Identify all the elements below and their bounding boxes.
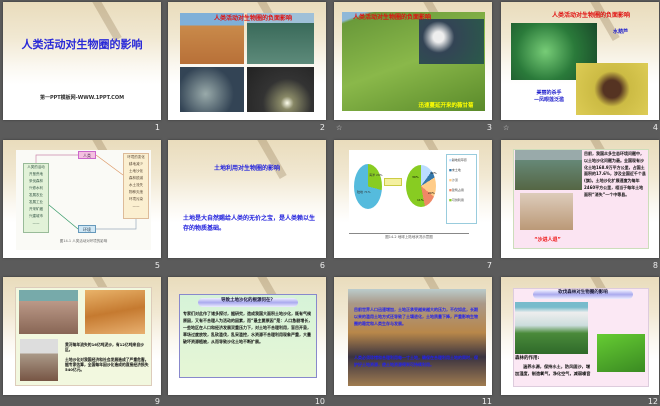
pie-right-label: 10% bbox=[430, 171, 437, 175]
sand-village-photo bbox=[520, 193, 573, 230]
slide-number: 6 bbox=[319, 261, 325, 270]
factory-smoke-photo bbox=[247, 67, 314, 112]
slide-body: 专家们对此作了诸多探讨，据研究，造成我国大面积土地沙化，既有气候原因，又有不合理… bbox=[183, 311, 313, 344]
slide-number: 4 bbox=[652, 123, 658, 132]
chart-legend: ■耕地和草原 ■未土地 ■沙漠 ■建筑占用 ■可供利用 bbox=[446, 154, 477, 224]
slide-title: 人类活动对生物圈的负面影响 bbox=[213, 15, 292, 22]
arrow-icon bbox=[384, 178, 402, 186]
slide-body: 涵养水源，保持水土，防风固沙，增加湿度，制造氧气，净化空气，减弱噪音 bbox=[515, 364, 591, 377]
heading: 森林的作用: bbox=[515, 356, 540, 361]
slide-number: 2 bbox=[319, 123, 325, 132]
slide-number: 5 bbox=[154, 261, 160, 270]
figure-caption: 图14-2 地球上陆地状况示意图 bbox=[349, 233, 469, 240]
slide-body: 目前，我国众多生态环境问题中，以土地沙化问题为最。全国现有沙化土地168.9万平… bbox=[584, 151, 646, 197]
slide-number: 3 bbox=[486, 123, 492, 132]
animation-icon[interactable]: ☆ bbox=[503, 124, 509, 132]
slide-thumbnail-11[interactable]: 目前世界人口迅速增加，土地正承受越来越大的压力，不仅如此，长期以来的滥用土地方式… bbox=[334, 277, 492, 395]
slide-body: 土地是大自然赐给人类的无价之宝，是人类赖以生存的物质基础。 bbox=[183, 215, 316, 232]
animation-icon[interactable]: ☆ bbox=[336, 124, 342, 132]
pie-right-label: 30% bbox=[412, 175, 419, 179]
slide-thumbnail-4[interactable]: 人类活动对生物圈的负面影响 水葫芦 美丽的杀手 —凤眼莲泛滥 bbox=[501, 2, 659, 120]
dunes-photo bbox=[85, 290, 145, 334]
slide-thumbnail-2[interactable]: 人类活动对生物圈的负面影响 bbox=[168, 2, 326, 120]
slide-thumbnail-1[interactable]: 人类活动对生物圈的影响 第一PPT模板网-WWW.1PPT.COM bbox=[3, 2, 161, 120]
slide-thumbnail-8[interactable]: 目前，我国众多生态环境问题中，以土地沙化问题为最。全国现有沙化土地168.9万平… bbox=[501, 140, 659, 258]
figure-caption: 图14-1 人类活动对环境的影响 bbox=[59, 239, 108, 243]
slide-thumbnail-12[interactable]: 砍伐森林对生物圈的影响 森林的作用: 涵养水源，保持水土，防风固沙，增加湿度，制… bbox=[501, 277, 659, 395]
insect-photo bbox=[576, 63, 648, 115]
slide-number: 7 bbox=[486, 261, 492, 270]
slide-caption: “沙进人退” bbox=[534, 237, 561, 243]
loess-plateau-photo bbox=[348, 289, 486, 386]
label-water-hyacinth: 水葫芦 bbox=[613, 29, 629, 35]
slide-title: 人类活动对生物圈的影响 bbox=[21, 38, 143, 51]
slide-thumbnail-6[interactable]: 土地利用对生物圈的影响 土地是大自然赐给人类的无价之宝，是人类赖以生存的物质基础… bbox=[168, 140, 326, 258]
slide-number: 9 bbox=[154, 397, 160, 406]
pie-left-label: 陆地 71% bbox=[357, 190, 371, 194]
slide-thumbnail-7[interactable]: 陆地 71% 海洋 29% 30% 20% 10% 11% ■耕地和草原 ■未土… bbox=[334, 140, 492, 258]
forest-mist-photo bbox=[515, 302, 588, 354]
slide-title: 人类活动对生物圈的负面影响 bbox=[551, 12, 630, 19]
paragraph-1: 黄河每年流失的16亿吨泥沙，有12亿吨来自沙区。 bbox=[65, 342, 144, 353]
slide-number: 8 bbox=[652, 261, 658, 270]
slide-title: 导致土地沙化的根源何在？ bbox=[198, 298, 298, 307]
slide-number: 11 bbox=[481, 397, 492, 406]
paragraph-2: 土地沙化对我国经济和社会发展造成了严重危害。据专家估算，全国每年因沙化造成的直接… bbox=[65, 357, 149, 373]
grass-photo bbox=[597, 334, 645, 372]
pie-right-label: 11% bbox=[417, 198, 424, 202]
oil-spill-photo bbox=[180, 67, 244, 112]
slide-title: 土地利用对生物圈的影响 bbox=[213, 165, 280, 172]
riverbank-photo bbox=[19, 290, 78, 334]
sediment-jar-photo bbox=[20, 339, 58, 381]
desert-land-photo bbox=[515, 150, 582, 190]
pie-left bbox=[354, 164, 382, 209]
slide-title: 砍伐森林对生物圈的影响 bbox=[533, 290, 633, 299]
slide-number: 1 bbox=[154, 123, 160, 132]
slide-thumbnail-10[interactable]: 导致土地沙化的根源何在？ 专家们对此作了诸多探讨，据研究，造成我国大面积土地沙化… bbox=[168, 277, 326, 395]
slide-thumbnail-3[interactable]: 人类活动对生物圈的负面影响 迅速蔓延开来的薇甘菊 bbox=[334, 2, 492, 120]
slide-caption: 迅速蔓延开来的薇甘菊 bbox=[418, 103, 474, 109]
pie-left-label: 海洋 29% bbox=[369, 173, 383, 177]
slide-thumbnail-5[interactable]: 人类 环境 人类的活动 开垦荒地 采伐森林 兴修水利 发展农业 发展工业 开采矿藏 兴建城市 —… bbox=[3, 140, 161, 258]
slide-thumbnail-9[interactable]: 黄河每年流失的16亿吨泥沙，有12亿吨来自沙区。 土地沙化对我国经济和社会发展造… bbox=[3, 277, 161, 395]
paragraph-2: 人类必须珍惜和合理利用每一寸土地，确保在合理利用土地的同时，保护好土地资源，使土… bbox=[354, 355, 478, 368]
slide-number: 12 bbox=[647, 397, 658, 406]
pie-right-label: 20% bbox=[428, 191, 435, 195]
vine-flower-photo bbox=[419, 19, 484, 64]
paragraph-1: 目前世界人口迅速增加，土地正承受越来越大的压力，不仅如此，长期以来的滥用土地方式… bbox=[354, 307, 478, 327]
slide-title: 人类活动对生物圈的负面影响 bbox=[352, 14, 431, 21]
slide-number: 10 bbox=[314, 397, 325, 406]
slide-footer: 第一PPT模板网-WWW.1PPT.COM bbox=[39, 95, 125, 101]
slide-caption: 美丽的杀手 —凤眼莲泛滥 bbox=[533, 90, 564, 103]
